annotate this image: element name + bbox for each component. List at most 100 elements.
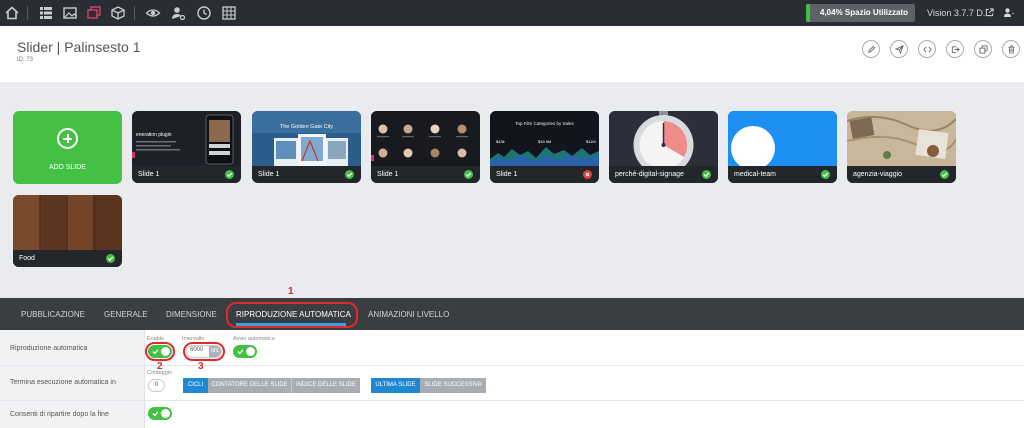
version-label[interactable]: Vision 3.7.7 D... [927,8,990,18]
svg-text:Top Film Categories by Sales: Top Film Categories by Sales [515,121,574,126]
slide-card[interactable]: Food [13,195,122,267]
slide-caption: Slide 1 [490,166,599,183]
slide-card[interactable]: eneration plugin Slide 1 [132,111,241,183]
cube-icon[interactable] [110,5,126,21]
slide-thumbnail [609,111,718,166]
slide-card[interactable]: perché-digital-signage [609,111,718,183]
export-icon [951,46,960,54]
eye-icon[interactable] [145,5,161,21]
svg-text:eneration plugin: eneration plugin [136,132,172,138]
storage-usage-text: 4,04% Spazio Utilizzato [820,8,909,17]
step-number: 2 [157,361,163,372]
restart-row-label: Consenti di ripartire dopo la fine [10,411,109,418]
edit-icon [868,45,876,53]
home-icon[interactable] [4,5,20,21]
row-divider [0,365,1024,366]
slide-caption: Slide 1 [252,166,361,183]
slide-caption: Food [13,250,122,267]
toolbar-divider [134,6,135,20]
grid-icon[interactable] [221,5,237,21]
slide-name: medical-team [734,171,777,178]
tab-dimensione[interactable]: DIMENSIONE [166,310,217,319]
slide-card[interactable]: Top Film Categories by Sales $43k $34.9M… [490,111,599,183]
duplicate-button[interactable] [974,40,992,58]
tab-generale[interactable]: GENERALE [104,310,148,319]
storage-usage-bar: 4,04% Spazio Utilizzato [806,4,915,22]
slide-thumbnail [728,111,837,166]
tab-animazioni-livello[interactable]: ANIMAZIONI LIVELLO [368,310,449,319]
slide-thumbnail: Top Film Categories by Sales $43k $34.9M… [490,111,599,166]
slide-card[interactable]: medical-team [728,111,837,183]
plus-circle-icon [57,128,78,149]
option-slide-successiva[interactable]: SLIDE SUCCESSIVA [420,378,486,393]
toolbar-divider [27,6,28,20]
image-icon[interactable] [62,5,78,21]
settings-tabbar: PUBBLICAZIONE GENERALE DIMENSIONE RIPROD… [0,298,1024,330]
svg-text:The Golden Gate City: The Golden Gate City [280,124,333,130]
slide-caption: agenzia-viaggio [847,166,956,183]
edit-button[interactable] [862,40,880,58]
export-button[interactable] [946,40,964,58]
check-circle-icon [106,254,115,263]
slider-id: ID: 73 [17,57,34,63]
slide-caption: perché-digital-signage [609,166,718,183]
stop-at-row-label: Termina esecuzione automatica in [10,379,116,386]
svg-text:$34.9M: $34.9M [538,139,551,144]
slide-caption: Slide 1 [132,166,241,183]
slide-name: Slide 1 [496,171,518,178]
slide-card[interactable]: Slide 1 [371,111,480,183]
slide-caption: Slide 1 [371,166,480,183]
duplicate-icon [979,45,988,54]
step-number: 1 [288,286,294,297]
check-circle-icon [345,170,354,179]
option-ultima-slide[interactable]: ULTIMA SLIDE [371,378,420,393]
check-circle-icon [464,170,473,179]
tab-pubblicazione[interactable]: PUBBLICAZIONE [21,310,85,319]
slide-name: Food [19,255,35,262]
slide-name: Slide 1 [377,171,399,178]
tab-highlight-annotation [226,302,358,328]
add-slide-label: ADD SLIDE [49,164,86,171]
layers-icon[interactable] [86,5,102,21]
slide-thumbnail [847,111,956,166]
clock-icon[interactable] [196,5,212,21]
option-contatore-slide[interactable]: CONTATORE DELLE SLIDE [208,378,292,393]
autoplay-row-label: Riproduzione automatica [10,345,88,352]
svg-text:$11M: $11M [586,139,596,144]
option-indice-slide[interactable]: INDICE DELLE SLIDE [292,378,360,393]
external-link-icon[interactable] [985,8,994,17]
autostart-label: Avvio automatico [233,336,275,342]
code-icon [923,46,932,53]
slide-name: Slide 1 [138,171,160,178]
slide-card[interactable]: agenzia-viaggio [847,111,956,183]
slide-card[interactable]: The Golden Gate City Slide 1 [252,111,361,183]
add-slide-button[interactable]: ADD SLIDE [13,111,122,184]
check-circle-icon [225,170,234,179]
send-button[interactable] [890,40,908,58]
interval-highlight-annotation [183,342,225,361]
list-icon[interactable] [38,5,54,21]
user-menu-icon[interactable] [1003,7,1015,19]
option-cicli[interactable]: CICLI [183,378,208,393]
slide-caption: medical-team [728,166,837,183]
slide-thumbnail [371,111,480,166]
slide-name: Slide 1 [258,171,280,178]
trash-icon [1008,45,1015,54]
step-number: 3 [198,361,204,372]
check-circle-icon [940,170,949,179]
slide-name: agenzia-viaggio [853,171,903,178]
storage-usage-fill [806,4,811,22]
top-toolbar: 4,04% Spazio Utilizzato Vision 3.7.7 D..… [0,0,1024,26]
send-icon [895,45,904,54]
slide-thumbnail: The Golden Gate City [252,111,361,166]
slide-name: perché-digital-signage [615,171,684,178]
slide-thumbnail: eneration plugin [132,111,241,166]
svg-text:$43k: $43k [496,139,505,144]
restart-toggle[interactable] [148,407,172,420]
user-settings-icon[interactable] [170,5,186,21]
embed-code-button[interactable] [918,40,936,58]
autostart-toggle[interactable] [233,345,257,358]
counter-input[interactable]: 0 [148,379,165,392]
delete-button[interactable] [1002,40,1020,58]
page-header: Slider | Palinsesto 1 ID: 73 [0,26,1024,82]
